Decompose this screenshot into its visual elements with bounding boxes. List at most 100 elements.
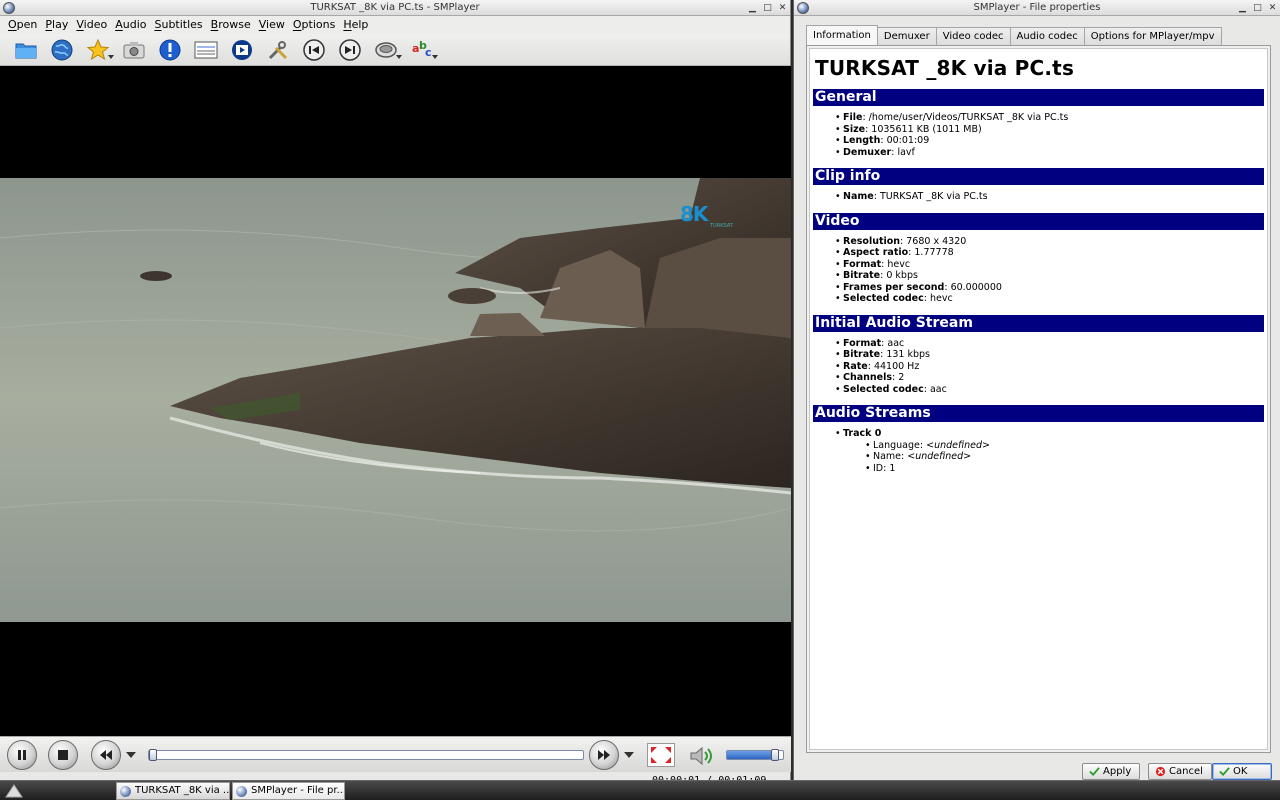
screenshot-camera-icon[interactable] bbox=[116, 35, 152, 65]
section-heading: General bbox=[813, 89, 1264, 106]
list-item-track: Track 0 Language: <undefined> Name: <und… bbox=[835, 428, 1264, 474]
audio-track-icon[interactable] bbox=[368, 35, 404, 65]
smplayer-app-icon bbox=[120, 786, 131, 797]
minimize-icon[interactable]: ▁ bbox=[1238, 0, 1247, 16]
next-icon[interactable] bbox=[332, 35, 368, 65]
forward-button[interactable] bbox=[589, 740, 619, 770]
list-item: Size: 1035611 KB (1011 MB) bbox=[835, 124, 1264, 136]
section-heading: Audio Streams bbox=[813, 405, 1264, 422]
subtitles-icon[interactable]: abc bbox=[404, 35, 440, 65]
volume-speaker-icon[interactable] bbox=[688, 744, 716, 768]
tab-audio-codec[interactable]: Audio codec bbox=[1009, 27, 1085, 45]
maximize-icon[interactable]: □ bbox=[763, 0, 772, 16]
seek-handle[interactable] bbox=[149, 749, 157, 761]
seek-slider[interactable] bbox=[148, 749, 584, 761]
stop-button[interactable] bbox=[48, 740, 78, 770]
information-panel: TURKSAT _8K via PC.ts General File: /hom… bbox=[806, 45, 1271, 753]
cancel-button[interactable]: Cancel bbox=[1148, 763, 1212, 780]
ok-button[interactable]: OK bbox=[1212, 763, 1272, 780]
playback-control-bar: 00:00:01 / 00:01:09 bbox=[0, 736, 791, 786]
taskbar-item-properties-dialog[interactable]: SMPlayer - File pr... bbox=[232, 782, 345, 800]
list-item: Channels: 2 bbox=[835, 372, 1264, 384]
forward-dropdown-icon[interactable] bbox=[624, 752, 634, 758]
information-text-view[interactable]: TURKSAT _8K via PC.ts General File: /hom… bbox=[809, 48, 1268, 750]
maximize-icon[interactable]: □ bbox=[1253, 0, 1262, 16]
properties-tabs: Information Demuxer Video codec Audio co… bbox=[806, 25, 1222, 45]
menu-subtitles[interactable]: Subtitles bbox=[150, 16, 206, 34]
section-audio-streams: Audio Streams Track 0 Language: <undefin… bbox=[813, 405, 1264, 474]
pause-icon bbox=[18, 750, 26, 760]
menu-browse[interactable]: Browse bbox=[207, 16, 255, 34]
menu-open[interactable]: Open bbox=[4, 16, 41, 34]
svg-text:c: c bbox=[425, 46, 432, 59]
main-titlebar[interactable]: TURKSAT _8K via PC.ts - SMPlayer ▁ □ ✕ bbox=[0, 0, 790, 16]
menu-view[interactable]: View bbox=[255, 16, 289, 34]
fullscreen-button[interactable] bbox=[647, 743, 675, 767]
menu-bar: Open Play Video Audio Subtitles Browse V… bbox=[0, 16, 790, 34]
video-display[interactable]: 8K TURKSAT bbox=[0, 66, 791, 736]
section-video: Video Resolution: 7680 x 4320 Aspect rat… bbox=[813, 212, 1264, 305]
checkmark-icon bbox=[1219, 767, 1230, 777]
list-item: Demuxer: lavf bbox=[835, 147, 1264, 159]
close-icon[interactable]: ✕ bbox=[778, 0, 787, 16]
section-heading: Clip info bbox=[813, 168, 1264, 185]
menu-video[interactable]: Video bbox=[72, 16, 111, 34]
list-item: Bitrate: 131 kbps bbox=[835, 349, 1264, 361]
volume-handle[interactable] bbox=[771, 749, 779, 761]
list-item: Name: <undefined> bbox=[865, 451, 1264, 463]
dialog-titlebar[interactable]: SMPlayer - File properties ▁ □ ✕ bbox=[794, 0, 1280, 16]
list-item: File: /home/user/Videos/TURKSAT _8K via … bbox=[835, 112, 1264, 124]
volume-slider[interactable] bbox=[726, 749, 784, 761]
section-heading: Video bbox=[813, 212, 1264, 230]
main-toolbar: abc bbox=[0, 34, 790, 66]
list-item: Selected codec: hevc bbox=[835, 293, 1264, 305]
taskbar: TURKSAT _8K via ... SMPlayer - File pr..… bbox=[0, 780, 1280, 800]
apply-button[interactable]: Apply bbox=[1082, 763, 1141, 780]
preferences-tools-icon[interactable] bbox=[260, 35, 296, 65]
menu-play[interactable]: Play bbox=[41, 16, 72, 34]
list-item: Selected codec: aac bbox=[835, 384, 1264, 396]
main-window-title: TURKSAT _8K via PC.ts - SMPlayer bbox=[310, 2, 480, 13]
rewind-button[interactable] bbox=[91, 740, 121, 770]
list-item: Length: 00:01:09 bbox=[835, 135, 1264, 147]
smplayer-app-icon bbox=[236, 786, 247, 797]
rewind-icon bbox=[100, 750, 112, 760]
pause-button[interactable] bbox=[7, 740, 37, 770]
video-scene-rocks-sea bbox=[0, 178, 791, 622]
tab-demuxer[interactable]: Demuxer bbox=[876, 27, 937, 45]
menu-audio[interactable]: Audio bbox=[111, 16, 150, 34]
list-item: Frames per second: 60.000000 bbox=[835, 282, 1264, 294]
tab-information[interactable]: Information bbox=[806, 25, 878, 45]
tab-video-codec[interactable]: Video codec bbox=[935, 27, 1011, 45]
forward-icon bbox=[598, 750, 610, 760]
section-general: General File: /home/user/Videos/TURKSAT … bbox=[813, 89, 1264, 158]
rewind-dropdown-icon[interactable] bbox=[126, 752, 136, 758]
previous-icon[interactable] bbox=[296, 35, 332, 65]
list-item: Format: aac bbox=[835, 338, 1264, 350]
start-menu-icon[interactable] bbox=[4, 783, 24, 799]
minimize-icon[interactable]: ▁ bbox=[748, 0, 757, 16]
globe-icon[interactable] bbox=[44, 35, 80, 65]
favorites-star-icon[interactable] bbox=[80, 35, 116, 65]
file-properties-dialog: SMPlayer - File properties ▁ □ ✕ Informa… bbox=[793, 0, 1280, 782]
smplayer-app-icon bbox=[3, 2, 15, 14]
section-heading: Initial Audio Stream bbox=[813, 314, 1264, 332]
list-item: Language: <undefined> bbox=[865, 440, 1264, 452]
menu-help[interactable]: Help bbox=[339, 16, 372, 34]
fullscreen-icon bbox=[651, 747, 671, 763]
info-icon[interactable] bbox=[152, 35, 188, 65]
folder-icon[interactable] bbox=[8, 35, 44, 65]
list-item: Aspect ratio: 1.77778 bbox=[835, 247, 1264, 259]
checkmark-icon bbox=[1089, 767, 1100, 777]
playlist-icon[interactable] bbox=[188, 35, 224, 65]
list-item: Name: TURKSAT _8K via PC.ts bbox=[835, 191, 1264, 203]
section-initial-audio-stream: Initial Audio Stream Format: aac Bitrate… bbox=[813, 314, 1264, 396]
taskbar-item-main-window[interactable]: TURKSAT _8K via ... bbox=[116, 782, 230, 800]
smplayer-app-icon bbox=[797, 2, 809, 14]
close-icon[interactable]: ✕ bbox=[1268, 0, 1277, 16]
menu-options[interactable]: Options bbox=[289, 16, 339, 34]
video-equalizer-icon[interactable] bbox=[224, 35, 260, 65]
channel-watermark: 8K TURKSAT bbox=[680, 202, 733, 229]
list-item: Resolution: 7680 x 4320 bbox=[835, 236, 1264, 248]
tab-options-mplayer[interactable]: Options for MPlayer/mpv bbox=[1083, 27, 1222, 45]
